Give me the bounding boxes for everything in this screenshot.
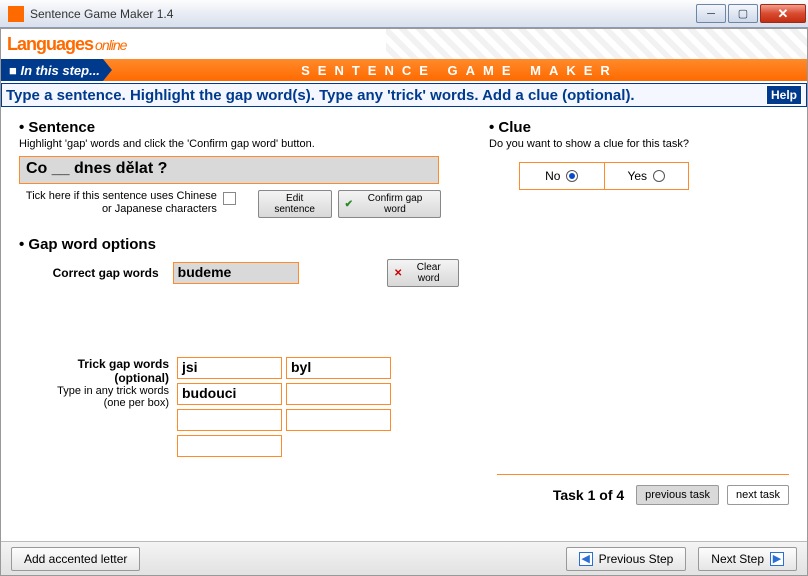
radio-icon xyxy=(653,170,665,182)
next-task-button[interactable]: next task xyxy=(727,485,789,505)
sentence-heading: Sentence xyxy=(19,119,459,136)
clue-radio-group: No Yes xyxy=(519,162,689,190)
window-title: Sentence Game Maker 1.4 xyxy=(30,7,696,21)
sentence-input[interactable]: Co __ dnes dělat ? xyxy=(19,156,439,184)
logo-row: Languagesonline xyxy=(1,29,807,59)
cjk-checkbox[interactable] xyxy=(223,192,236,205)
add-accented-letter-button[interactable]: Add accented letter xyxy=(11,547,140,571)
trick-word-input[interactable]: budouci xyxy=(177,383,282,405)
left-column: Sentence Highlight 'gap' words and click… xyxy=(19,119,459,515)
app-frame: Languagesonline ■ In this step... SENTEN… xyxy=(0,28,808,576)
edit-sentence-button[interactable]: Edit sentence xyxy=(258,190,332,218)
window-close-button[interactable]: ✕ xyxy=(760,4,806,23)
confirm-gap-word-button[interactable]: ✔Confirm gap word xyxy=(338,190,441,218)
clue-no-label: No xyxy=(545,169,560,183)
instruction-text: Type a sentence. Highlight the gap word(… xyxy=(6,87,766,104)
step-banner: ■ In this step... SENTENCE GAME MAKER xyxy=(1,59,807,81)
cjk-checkbox-label: Tick here if this sentence uses Chinese … xyxy=(19,190,217,215)
arrow-left-icon: ◀ xyxy=(579,552,593,566)
brand-logo: Languagesonline xyxy=(7,34,126,55)
main-content: Sentence Highlight 'gap' words and click… xyxy=(1,107,807,515)
correct-gap-label: Correct gap words xyxy=(19,266,165,280)
previous-task-button[interactable]: previous task xyxy=(636,485,719,505)
trick-word-input[interactable]: jsi xyxy=(177,357,282,379)
trick-labels: Trick gap words (optional) Type in any t… xyxy=(19,357,169,457)
gap-options-heading: Gap word options xyxy=(19,236,459,253)
window-minimize-button[interactable]: ─ xyxy=(696,4,726,23)
footer-bar: Add accented letter ◀ Previous Step Next… xyxy=(1,541,807,575)
trick-word-input[interactable] xyxy=(177,435,282,457)
sentence-subheading: Highlight 'gap' words and click the 'Con… xyxy=(19,138,459,150)
previous-step-button[interactable]: ◀ Previous Step xyxy=(566,547,687,571)
decorative-checker xyxy=(386,29,807,59)
window-titlebar: Sentence Game Maker 1.4 ─ ▢ ✕ xyxy=(0,0,808,28)
x-icon: ✕ xyxy=(394,268,402,279)
trick-word-input[interactable] xyxy=(286,409,391,431)
trick-word-input[interactable] xyxy=(177,409,282,431)
task-nav-bar: Task 1 of 4 previous task next task xyxy=(497,474,789,505)
arrow-right-icon: ▶ xyxy=(770,552,784,566)
task-counter: Task 1 of 4 xyxy=(553,487,624,503)
clue-yes-option[interactable]: Yes xyxy=(604,163,689,189)
step-label: ■ In this step... xyxy=(1,59,112,81)
clear-word-button[interactable]: ✕Clear word xyxy=(387,259,459,287)
window-maximize-button[interactable]: ▢ xyxy=(728,4,758,23)
clue-subheading: Do you want to show a clue for this task… xyxy=(489,138,789,150)
clue-yes-label: Yes xyxy=(627,169,647,183)
trick-words-grid: jsi byl budouci xyxy=(177,357,391,457)
right-column: Clue Do you want to show a clue for this… xyxy=(489,119,789,515)
trick-word-input[interactable] xyxy=(286,383,391,405)
banner-title: SENTENCE GAME MAKER xyxy=(112,63,807,78)
trick-word-input[interactable]: byl xyxy=(286,357,391,379)
instruction-bar: Type a sentence. Highlight the gap word(… xyxy=(1,83,807,107)
help-button[interactable]: Help xyxy=(766,85,802,105)
clue-no-option[interactable]: No xyxy=(520,163,604,189)
next-step-button[interactable]: Next Step ▶ xyxy=(698,547,797,571)
clue-heading: Clue xyxy=(489,119,789,136)
check-icon: ✔ xyxy=(345,199,353,210)
radio-icon xyxy=(566,170,578,182)
correct-gap-input[interactable]: budeme xyxy=(173,262,299,284)
app-icon xyxy=(8,6,24,22)
